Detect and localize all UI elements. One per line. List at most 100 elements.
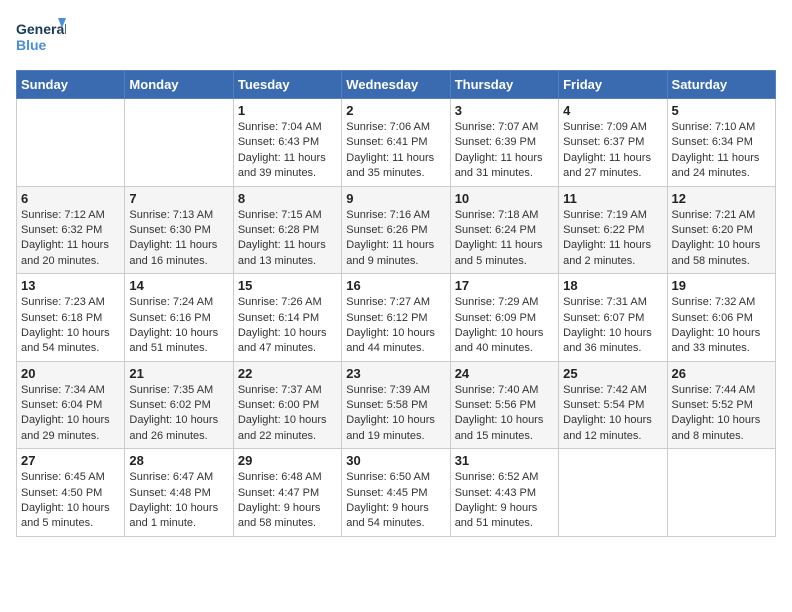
day-content: Sunrise: 7:04 AM Sunset: 6:43 PM Dayligh…	[238, 120, 337, 182]
day-of-week-header: Wednesday	[342, 71, 450, 99]
day-of-week-header: Tuesday	[233, 71, 341, 99]
day-number: 5	[672, 103, 771, 118]
day-content: Sunrise: 6:52 AM Sunset: 4:43 PM Dayligh…	[455, 470, 554, 532]
day-number: 11	[563, 191, 662, 206]
calendar-week-row: 20 Sunrise: 7:34 AM Sunset: 6:04 PM Dayli…	[17, 361, 776, 449]
day-number: 21	[129, 366, 228, 381]
day-content: Sunrise: 7:42 AM Sunset: 5:54 PM Dayligh…	[563, 383, 662, 445]
calendar-cell: 20 Sunrise: 7:34 AM Sunset: 6:04 PM Dayli…	[17, 361, 125, 449]
calendar-week-row: 1 Sunrise: 7:04 AM Sunset: 6:43 PM Daylig…	[17, 99, 776, 187]
calendar-cell: 4 Sunrise: 7:09 AM Sunset: 6:37 PM Daylig…	[559, 99, 667, 187]
calendar-cell: 2Sunrise: 7:06 AM Sunset: 6:41 PM Daylig…	[342, 99, 450, 187]
day-number: 14	[129, 278, 228, 293]
day-number: 31	[455, 453, 554, 468]
day-number: 8	[238, 191, 337, 206]
day-content: Sunrise: 7:39 AM Sunset: 5:58 PM Dayligh…	[346, 383, 445, 445]
calendar-cell: 17 Sunrise: 7:29 AM Sunset: 6:09 PM Dayli…	[450, 274, 558, 362]
day-content: Sunrise: 7:26 AM Sunset: 6:14 PM Dayligh…	[238, 295, 337, 357]
day-number: 30	[346, 453, 445, 468]
svg-text:General: General	[16, 21, 66, 37]
day-content: Sunrise: 7:13 AM Sunset: 6:30 PM Dayligh…	[129, 208, 228, 270]
calendar-cell: 12Sunrise: 7:21 AM Sunset: 6:20 PM Dayli…	[667, 186, 775, 274]
day-number: 2	[346, 103, 445, 118]
calendar-header-row: SundayMondayTuesdayWednesdayThursdayFrid…	[17, 71, 776, 99]
calendar-cell: 9 Sunrise: 7:16 AM Sunset: 6:26 PM Daylig…	[342, 186, 450, 274]
calendar-cell: 21 Sunrise: 7:35 AM Sunset: 6:02 PM Dayli…	[125, 361, 233, 449]
calendar-cell: 7Sunrise: 7:13 AM Sunset: 6:30 PM Daylig…	[125, 186, 233, 274]
day-content: Sunrise: 7:15 AM Sunset: 6:28 PM Dayligh…	[238, 208, 337, 270]
calendar-cell: 3 Sunrise: 7:07 AM Sunset: 6:39 PM Daylig…	[450, 99, 558, 187]
day-number: 23	[346, 366, 445, 381]
day-number: 26	[672, 366, 771, 381]
day-content: Sunrise: 7:32 AM Sunset: 6:06 PM Dayligh…	[672, 295, 771, 357]
calendar-cell	[125, 99, 233, 187]
logo-svg: GeneralBlue	[16, 16, 66, 60]
day-content: Sunrise: 7:09 AM Sunset: 6:37 PM Dayligh…	[563, 120, 662, 182]
day-number: 27	[21, 453, 120, 468]
day-content: Sunrise: 7:24 AM Sunset: 6:16 PM Dayligh…	[129, 295, 228, 357]
day-content: Sunrise: 7:12 AM Sunset: 6:32 PM Dayligh…	[21, 208, 120, 270]
calendar-cell: 13 Sunrise: 7:23 AM Sunset: 6:18 PM Dayli…	[17, 274, 125, 362]
day-number: 4	[563, 103, 662, 118]
calendar-cell: 6 Sunrise: 7:12 AM Sunset: 6:32 PM Daylig…	[17, 186, 125, 274]
calendar-cell: 23 Sunrise: 7:39 AM Sunset: 5:58 PM Dayli…	[342, 361, 450, 449]
day-of-week-header: Thursday	[450, 71, 558, 99]
day-of-week-header: Friday	[559, 71, 667, 99]
day-content: Sunrise: 7:27 AM Sunset: 6:12 PM Dayligh…	[346, 295, 445, 357]
day-number: 3	[455, 103, 554, 118]
day-content: Sunrise: 7:34 AM Sunset: 6:04 PM Dayligh…	[21, 383, 120, 445]
day-number: 20	[21, 366, 120, 381]
calendar-cell: 29Sunrise: 6:48 AM Sunset: 4:47 PM Dayli…	[233, 449, 341, 537]
day-number: 17	[455, 278, 554, 293]
calendar-week-row: 6 Sunrise: 7:12 AM Sunset: 6:32 PM Daylig…	[17, 186, 776, 274]
day-number: 24	[455, 366, 554, 381]
day-content: Sunrise: 6:50 AM Sunset: 4:45 PM Dayligh…	[346, 470, 445, 532]
calendar-cell: 25 Sunrise: 7:42 AM Sunset: 5:54 PM Dayli…	[559, 361, 667, 449]
day-content: Sunrise: 7:16 AM Sunset: 6:26 PM Dayligh…	[346, 208, 445, 270]
day-content: Sunrise: 7:37 AM Sunset: 6:00 PM Dayligh…	[238, 383, 337, 445]
header: GeneralBlue	[16, 16, 776, 60]
day-of-week-header: Monday	[125, 71, 233, 99]
calendar-cell: 30 Sunrise: 6:50 AM Sunset: 4:45 PM Dayli…	[342, 449, 450, 537]
day-number: 1	[238, 103, 337, 118]
logo: GeneralBlue	[16, 16, 66, 60]
day-of-week-header: Saturday	[667, 71, 775, 99]
calendar-cell: 5 Sunrise: 7:10 AM Sunset: 6:34 PM Daylig…	[667, 99, 775, 187]
day-number: 10	[455, 191, 554, 206]
calendar-cell: 31 Sunrise: 6:52 AM Sunset: 4:43 PM Dayli…	[450, 449, 558, 537]
calendar-cell: 22 Sunrise: 7:37 AM Sunset: 6:00 PM Dayli…	[233, 361, 341, 449]
calendar-cell: 26Sunrise: 7:44 AM Sunset: 5:52 PM Dayli…	[667, 361, 775, 449]
day-content: Sunrise: 7:23 AM Sunset: 6:18 PM Dayligh…	[21, 295, 120, 357]
calendar-cell: 1 Sunrise: 7:04 AM Sunset: 6:43 PM Daylig…	[233, 99, 341, 187]
day-number: 19	[672, 278, 771, 293]
day-content: Sunrise: 6:48 AM Sunset: 4:47 PM Dayligh…	[238, 470, 337, 532]
calendar-cell: 16 Sunrise: 7:27 AM Sunset: 6:12 PM Dayli…	[342, 274, 450, 362]
calendar-cell	[667, 449, 775, 537]
day-content: Sunrise: 7:10 AM Sunset: 6:34 PM Dayligh…	[672, 120, 771, 182]
day-number: 12	[672, 191, 771, 206]
day-number: 25	[563, 366, 662, 381]
day-number: 15	[238, 278, 337, 293]
day-content: Sunrise: 7:29 AM Sunset: 6:09 PM Dayligh…	[455, 295, 554, 357]
day-number: 22	[238, 366, 337, 381]
calendar-cell: 24Sunrise: 7:40 AM Sunset: 5:56 PM Dayli…	[450, 361, 558, 449]
calendar-cell: 19 Sunrise: 7:32 AM Sunset: 6:06 PM Dayli…	[667, 274, 775, 362]
day-content: Sunrise: 7:31 AM Sunset: 6:07 PM Dayligh…	[563, 295, 662, 357]
day-of-week-header: Sunday	[17, 71, 125, 99]
calendar-cell: 8 Sunrise: 7:15 AM Sunset: 6:28 PM Daylig…	[233, 186, 341, 274]
day-content: Sunrise: 7:19 AM Sunset: 6:22 PM Dayligh…	[563, 208, 662, 270]
calendar-cell: 10Sunrise: 7:18 AM Sunset: 6:24 PM Dayli…	[450, 186, 558, 274]
calendar-cell: 27Sunrise: 6:45 AM Sunset: 4:50 PM Dayli…	[17, 449, 125, 537]
day-number: 6	[21, 191, 120, 206]
day-content: Sunrise: 6:47 AM Sunset: 4:48 PM Dayligh…	[129, 470, 228, 532]
calendar-cell: 14 Sunrise: 7:24 AM Sunset: 6:16 PM Dayli…	[125, 274, 233, 362]
calendar-table: SundayMondayTuesdayWednesdayThursdayFrid…	[16, 70, 776, 537]
calendar-cell	[17, 99, 125, 187]
calendar-week-row: 27Sunrise: 6:45 AM Sunset: 4:50 PM Dayli…	[17, 449, 776, 537]
day-number: 13	[21, 278, 120, 293]
day-content: Sunrise: 7:35 AM Sunset: 6:02 PM Dayligh…	[129, 383, 228, 445]
day-number: 9	[346, 191, 445, 206]
svg-text:Blue: Blue	[16, 37, 47, 53]
day-number: 16	[346, 278, 445, 293]
day-content: Sunrise: 7:07 AM Sunset: 6:39 PM Dayligh…	[455, 120, 554, 182]
